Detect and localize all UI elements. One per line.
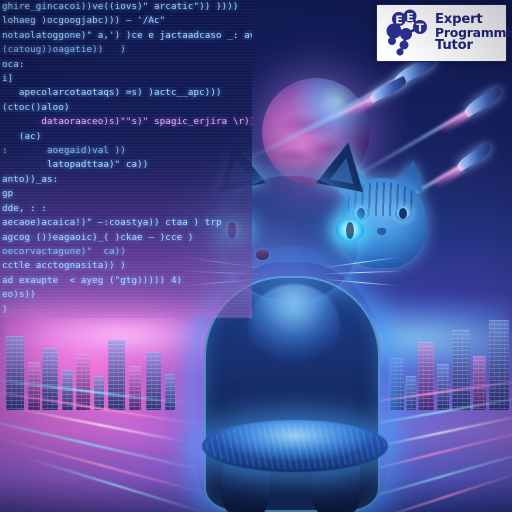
- cat-pupil-right: [346, 222, 354, 239]
- code-line: (catoug))oagatie)) ): [2, 44, 126, 56]
- code-line: : aoegaid)val )): [2, 145, 126, 157]
- code-line: lohaeg )ocgoogjabc))) — '/Ac": [2, 15, 166, 27]
- code-line: latopadttaa)" ca)): [2, 159, 149, 171]
- code-line: ): [2, 303, 8, 315]
- ept-logo-badge[interactable]: E E T Expert Programming Tutor: [376, 4, 512, 62]
- code-line: ghire_gincacoi))ve((iovs)" arcatic")) ))…: [2, 1, 239, 12]
- code-overlay-panel: ghire_gincacoi))ve((iovs)" arcatic")) ))…: [0, 0, 252, 318]
- cat-pupil-right: [399, 208, 407, 219]
- code-line: anto))_as:: [2, 173, 59, 185]
- code-line: notaolatoggone)" a,') )ce e jactaadcaso …: [2, 29, 252, 41]
- code-line: oca:: [2, 58, 25, 70]
- cat-nose: [256, 250, 269, 260]
- cat-tail: [202, 420, 388, 472]
- code-line: aecaoe)acaica!)" —:coastya)) ctaa ) trp: [2, 217, 222, 229]
- image-canvas: ghire_gincacoi))ve((iovs)" arcatic")) ))…: [0, 0, 512, 512]
- code-line: oecorvactagune)" ca)): [2, 245, 126, 257]
- cat-ear-inner-right: [329, 155, 359, 185]
- light-trail: [11, 406, 189, 444]
- code-line: gp: [2, 188, 14, 200]
- code-lines: ghire_gincacoi))ve((iovs)" arcatic")) ))…: [0, 0, 252, 318]
- code-line: (ctoc()aloo): [2, 101, 70, 113]
- light-trail: [0, 377, 190, 405]
- code-line: dde, : :: [2, 202, 48, 214]
- code-line: eo)s)): [2, 289, 36, 301]
- ept-molecule-logo: E E T: [380, 7, 432, 59]
- logo-text: Expert Programming Tutor: [435, 13, 512, 53]
- code-line: (cegeo)" ...:: [0, 317, 252, 319]
- logo-letter-e2: E: [395, 14, 403, 27]
- code-line: (ac): [2, 130, 42, 142]
- light-trail: [0, 413, 208, 473]
- logo-letter-e: E: [406, 11, 414, 24]
- logo-letter-t: T: [416, 22, 424, 35]
- logo-line-3: Tutor: [435, 38, 473, 54]
- code-line: i]: [2, 73, 14, 85]
- code-line: ad exaupte < ayeg ("gtg))))) 4): [2, 274, 183, 286]
- code-line: dataoraaceo)s)""s)" spagic_erjira \r)): [2, 116, 252, 128]
- code-line: agcog ())eagaoic)_( )ckae — )cce ): [2, 231, 194, 243]
- code-line: cctle acctognasita)) ): [2, 260, 126, 272]
- code-line: apecolarcotaotaqs) =s) )actc__apc))): [2, 87, 222, 99]
